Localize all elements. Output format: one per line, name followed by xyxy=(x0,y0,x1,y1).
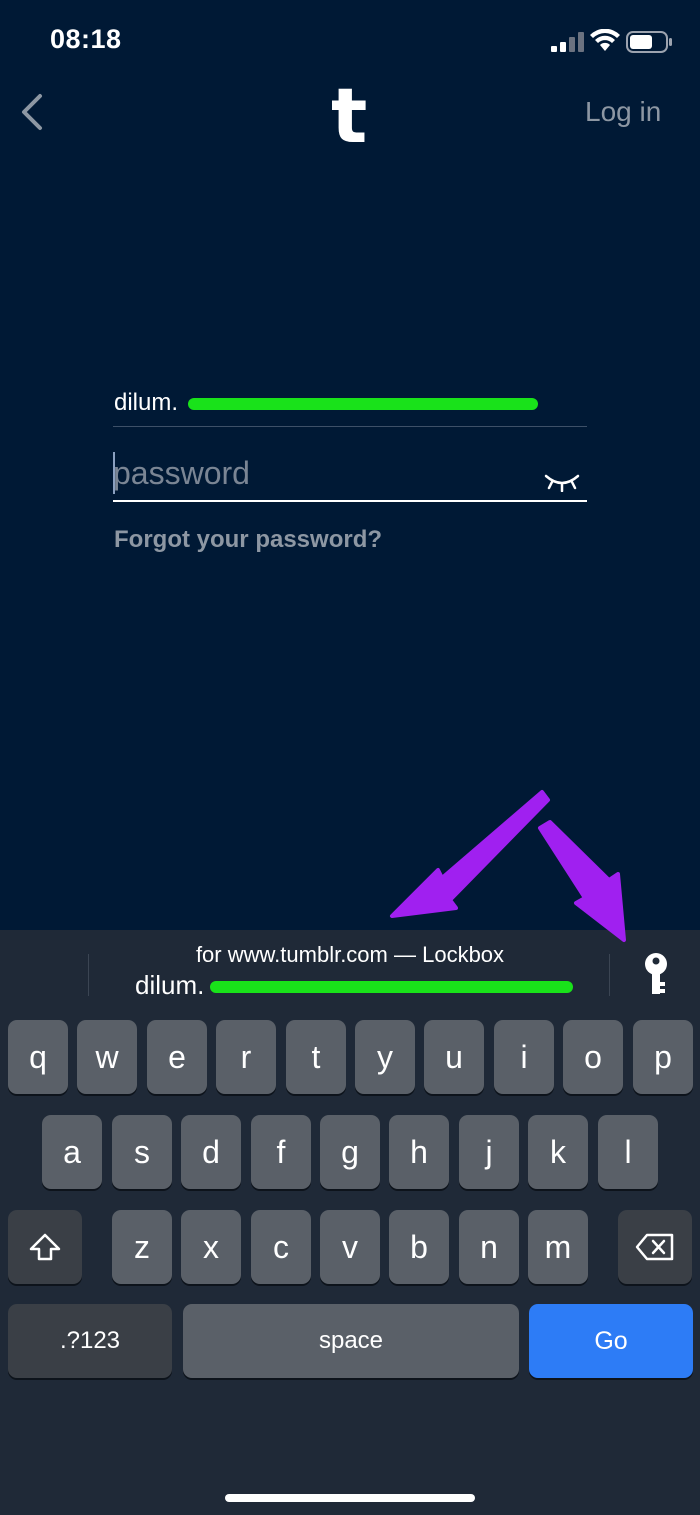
key-e[interactable]: e xyxy=(147,1020,207,1094)
key-f[interactable]: f xyxy=(251,1115,311,1189)
key-h[interactable]: h xyxy=(389,1115,449,1189)
key-v[interactable]: v xyxy=(320,1210,380,1284)
battery-icon xyxy=(626,31,672,53)
numbers-key[interactable]: .?123 xyxy=(8,1304,172,1378)
email-field[interactable]: dilum. xyxy=(114,389,178,417)
shift-key[interactable] xyxy=(8,1210,82,1284)
suggestion-redaction-mark xyxy=(210,981,573,993)
key-p[interactable]: p xyxy=(633,1020,693,1094)
key-d[interactable]: d xyxy=(181,1115,241,1189)
key-k[interactable]: k xyxy=(528,1115,588,1189)
email-underline xyxy=(113,426,587,427)
forgot-password-link[interactable]: Forgot your password? xyxy=(114,526,382,554)
back-chevron-icon[interactable] xyxy=(18,92,48,132)
backspace-icon xyxy=(635,1233,674,1261)
key-icon[interactable] xyxy=(636,952,676,998)
key-c[interactable]: c xyxy=(251,1210,311,1284)
key-g[interactable]: g xyxy=(320,1115,380,1189)
key-m[interactable]: m xyxy=(528,1210,588,1284)
key-l[interactable]: l xyxy=(598,1115,658,1189)
key-n[interactable]: n xyxy=(459,1210,519,1284)
text-cursor xyxy=(113,452,115,494)
key-s[interactable]: s xyxy=(112,1115,172,1189)
password-suggestion-username[interactable]: dilum. xyxy=(135,970,204,1001)
key-q[interactable]: q xyxy=(8,1020,68,1094)
password-input[interactable] xyxy=(113,446,533,501)
key-y[interactable]: y xyxy=(355,1020,415,1094)
key-w[interactable]: w xyxy=(77,1020,137,1094)
go-key[interactable]: Go xyxy=(529,1304,693,1378)
key-j[interactable]: j xyxy=(459,1115,519,1189)
key-z[interactable]: z xyxy=(112,1210,172,1284)
show-password-eye-icon[interactable] xyxy=(544,470,580,492)
annotation-arrow-key xyxy=(538,820,626,942)
wifi-icon xyxy=(590,29,620,51)
key-a[interactable]: a xyxy=(42,1115,102,1189)
key-i[interactable]: i xyxy=(494,1020,554,1094)
shift-arrow-icon xyxy=(29,1233,61,1261)
key-b[interactable]: b xyxy=(389,1210,449,1284)
space-key[interactable]: space xyxy=(183,1304,519,1378)
annotation-arrow-suggestion xyxy=(390,790,550,918)
annotation-arrows xyxy=(390,790,626,942)
login-button[interactable]: Log in xyxy=(585,96,661,128)
key-x[interactable]: x xyxy=(181,1210,241,1284)
status-time: 08:18 xyxy=(50,24,122,54)
key-o[interactable]: o xyxy=(563,1020,623,1094)
cellular-signal-icon xyxy=(551,32,584,52)
home-indicator[interactable] xyxy=(225,1494,475,1502)
key-t[interactable]: t xyxy=(286,1020,346,1094)
tumblr-logo: t xyxy=(331,71,368,160)
email-redaction-mark xyxy=(188,398,538,410)
delete-key[interactable] xyxy=(618,1210,692,1284)
password-underline xyxy=(113,500,587,502)
password-field-container xyxy=(113,446,587,501)
key-r[interactable]: r xyxy=(216,1020,276,1094)
key-u[interactable]: u xyxy=(424,1020,484,1094)
